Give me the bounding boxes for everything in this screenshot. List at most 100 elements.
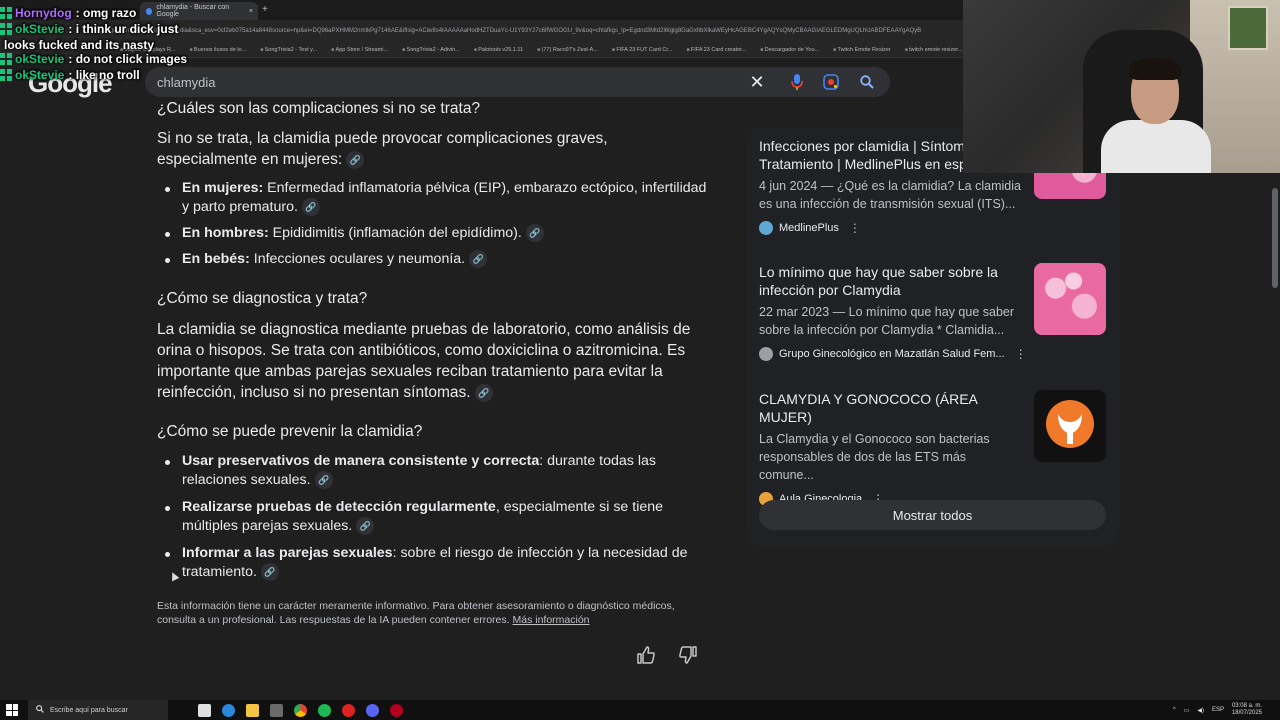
chat-text: : omg razo [75,6,137,20]
lens-icon[interactable] [822,73,840,91]
list-item: En bebés: Infecciones oculares y neumoní… [157,250,717,269]
page-scrollbar[interactable] [1272,188,1278,288]
bookmark-item[interactable]: FIFA 23 Card creator... [686,47,746,53]
link-icon[interactable]: 🔗 [260,563,279,582]
search-input[interactable] [157,73,717,91]
webcam-poster [1228,6,1268,50]
bookmark-item[interactable]: SongTrivia2 - Adivin... [402,47,460,53]
thumbs-up-icon[interactable] [636,645,656,665]
more-vert-icon[interactable]: ⋮ [1015,347,1027,361]
prevention-list: Usar preservativos de manera consistente… [157,452,717,590]
webcam-person-hair [1129,58,1181,80]
taskbar-search[interactable]: Escribe aquí para buscar [28,700,168,720]
search-icon [36,705,44,715]
discord-icon[interactable] [366,703,379,717]
taskbar-search-placeholder: Escribe aquí para buscar [50,706,128,714]
bookmark-item[interactable]: Descargador de You... [760,47,819,53]
clock-time: 03:08 a. m. [1231,703,1262,709]
store-icon[interactable] [270,703,283,717]
source-site[interactable]: MedlinePlus ⋮ [759,221,1106,235]
clear-icon[interactable]: ✕ [748,72,766,92]
new-tab-button[interactable]: + [262,4,268,15]
thumbs-down-icon[interactable] [678,645,698,665]
bookmark-item[interactable]: Twitch Emote Resizer [833,47,891,53]
list-item-bold: Usar preservativos de manera consistente… [182,453,540,469]
chat-text-wrap: looks fucked and its nasty [4,38,155,52]
link-icon[interactable]: 🔗 [469,250,488,269]
chat-badge-icon [0,23,12,35]
volume-icon[interactable]: ◀) [1197,707,1204,714]
link-icon[interactable]: 🔗 [314,471,333,490]
link-icon[interactable]: 🔗 [525,224,544,243]
chat-username[interactable]: Hornydog [15,6,72,20]
mic-icon[interactable] [788,73,806,91]
more-info-link[interactable]: Más información [512,614,589,626]
search-icon[interactable] [858,73,876,91]
source-thumbnail[interactable] [1034,263,1106,335]
chat-message: okStevie: do not click images [0,52,210,66]
list-item-text: Epididimitis (inflamación del epidídimo)… [268,225,522,241]
link-icon[interactable]: 🔗 [356,517,375,536]
taskbar-clock[interactable]: 03:08 a. m. 18/07/2025 [1232,703,1262,717]
list-item: En hombres: Epididimitis (inflamación de… [157,224,717,243]
bookmark-item[interactable]: (77) Raco97's Zest-A... [537,47,598,53]
app-icon[interactable] [390,703,403,717]
source-site[interactable]: Grupo Ginecológico en Mazatlán Salud Fem… [759,347,1106,361]
list-item: Informar a las parejas sexuales: sobre e… [157,544,717,582]
heading-prevention: ¿Cómo se puede prevenir la clamidia? [157,423,423,440]
chat-username[interactable]: okStevie [15,22,64,36]
taskbar-apps [198,703,403,717]
complications-list: En mujeres: Enfermedad inflamatoria pélv… [157,179,717,276]
link-icon[interactable]: 🔗 [346,150,365,169]
chrome-icon[interactable] [294,703,307,717]
ai-overview: ¿Cuáles son las complicaciones si no se … [157,100,717,640]
windows-start-icon[interactable] [6,704,18,716]
language-indicator[interactable]: ESP [1212,707,1224,713]
chat-message: okStevie: i think ur dick just [0,22,210,36]
tab-close-icon[interactable]: × [249,8,253,15]
chat-badge-icon [0,69,12,81]
list-item: Usar preservativos de manera consistente… [157,452,717,490]
bookmark-item[interactable]: FIFA 23 FUT Card Cr... [612,47,672,53]
tray-chevron-icon[interactable]: ^ [1173,707,1176,713]
source-title[interactable]: CLAMYDIA Y GONOCOCO (ÁREA MUJER) [759,390,1021,426]
webcam-person-body [1101,120,1211,173]
source-title[interactable]: Lo mínimo que hay que saber sobre la inf… [759,263,1021,299]
windows-taskbar: Escribe aquí para buscar ^ ▭ ◀) ESP 03:0… [0,700,1280,720]
chat-badge-icon [0,7,12,19]
source-name: MedlinePlus [779,222,839,234]
list-item-bold: En hombres: [182,225,269,241]
list-item: Realizarse pruebas de detección regularm… [157,498,717,536]
source-snippet: 4 jun 2024 — ¿Qué es la clamidia? La cla… [759,179,1021,211]
ai-disclaimer: Esta información tiene un carácter meram… [157,599,702,627]
source-card[interactable]: Lo mínimo que hay que saber sobre la inf… [759,263,1106,361]
heading-diagnosis: ¿Cómo se diagnostica y trata? [157,290,368,307]
source-thumbnail[interactable] [1034,390,1106,462]
sources-panel: Infecciones por clamidia | Síntomas, Tra… [746,127,1119,546]
more-vert-icon[interactable]: ⋮ [849,221,861,235]
file-explorer-icon[interactable] [246,703,259,717]
show-all-button[interactable]: Mostrar todos [759,500,1106,530]
network-icon[interactable]: ▭ [1184,707,1190,714]
link-icon[interactable]: 🔗 [474,383,493,402]
obs-icon[interactable] [342,703,355,717]
disclaimer-text: Esta información tiene un carácter meram… [157,600,675,626]
list-item: En mujeres: Enfermedad inflamatoria pélv… [157,179,717,217]
spotify-icon[interactable] [318,703,331,717]
search-box[interactable]: ✕ [145,67,890,97]
chat-username[interactable]: okStevie [15,68,64,82]
source-favicon-icon [759,347,773,361]
source-card[interactable]: CLAMYDIA Y GONOCOCO (ÁREA MUJER) La Clamy… [759,390,1106,506]
link-icon[interactable]: 🔗 [301,198,320,217]
list-item-text: Infecciones oculares y neumonía. [249,251,466,267]
bookmark-item[interactable]: twitch emote resizer... [905,47,962,53]
chat-username[interactable]: okStevie [15,52,64,66]
bookmark-item[interactable]: Palotools v25.1.11 [474,47,523,53]
bookmark-item[interactable]: App Store / Streami... [331,47,389,53]
edge-icon[interactable] [222,703,235,717]
source-snippet: La Clamydia y el Gonococo son bacterias … [759,432,990,482]
stream-chat-overlay: Hornydog: omg razo okStevie: i think ur d… [0,6,210,84]
feedback-buttons [636,645,698,665]
bookmark-item[interactable]: SongTrivia2 - Test y... [260,47,317,53]
task-view-icon[interactable] [198,703,211,717]
